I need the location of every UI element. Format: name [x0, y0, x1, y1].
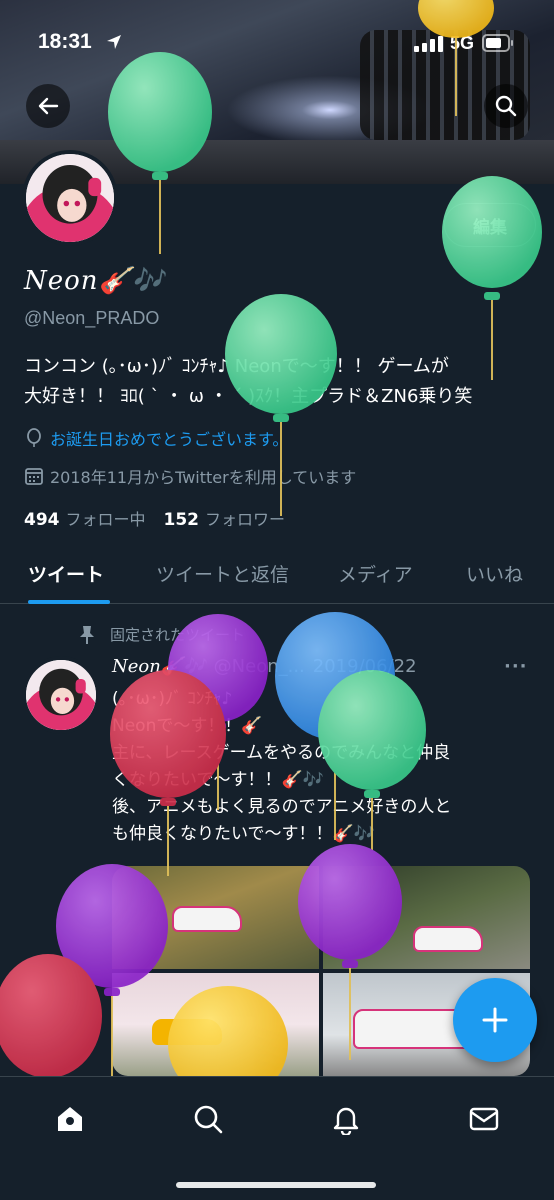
network-type: 5G: [450, 33, 475, 53]
profile-tabs: ツイート ツイートと返信 メディア いいね: [0, 546, 554, 604]
following-label[interactable]: フォロー中: [66, 506, 146, 530]
search-button[interactable]: [484, 84, 528, 128]
tweet-text: (｡･ω･)ﾉﾞ ｺﾝﾁｬ♪ Neonで〜す！！🎸 主に、レースゲームをやるので…: [112, 689, 452, 844]
profile-bio: コンコン (｡･ω･)ﾉﾞ ｺﾝﾁｬ♪ Neonで〜す！！ ゲームが 大好き！！…: [24, 356, 473, 407]
more-icon[interactable]: ···: [504, 656, 528, 677]
plus-icon: [482, 1007, 508, 1033]
mail-icon: [469, 1107, 499, 1131]
balloon-icon: [27, 428, 41, 447]
pinned-label-row: 固定されたツイート: [78, 624, 245, 645]
search-icon: [495, 95, 517, 117]
media-image[interactable]: [112, 973, 319, 1076]
birthday-text: お誕生日おめでとうございます。: [50, 430, 289, 449]
avatar-image: [26, 154, 114, 242]
nav-messages[interactable]: [464, 1099, 504, 1139]
tweet-avatar[interactable]: [22, 656, 100, 734]
media-image[interactable]: [112, 866, 319, 969]
back-button[interactable]: [26, 84, 70, 128]
tweet-author-handle[interactable]: @Neon_...: [214, 656, 305, 677]
search-nav-icon: [194, 1105, 223, 1134]
display-name: 𝑁𝑒𝑜𝑛🎸🎶: [24, 266, 166, 296]
tweet-header: 𝑁𝑒𝑜𝑛🎸🎶 @Neon_... 2019/06/22: [112, 656, 417, 677]
following-count[interactable]: 494: [24, 510, 60, 530]
tab-media[interactable]: メディア: [338, 560, 413, 587]
nav-notifications[interactable]: [326, 1099, 366, 1139]
home-indicator: [176, 1182, 376, 1188]
tab-likes[interactable]: いいね: [466, 560, 523, 587]
edit-profile-button[interactable]: 編集: [444, 203, 536, 247]
battery-icon: [482, 34, 513, 52]
tab-tweets-replies[interactable]: ツイートと返信: [156, 560, 289, 587]
signal-icon: [414, 36, 443, 52]
tab-tweets[interactable]: ツイート: [28, 560, 104, 587]
avatar-image: [26, 660, 96, 730]
location-arrow-icon: [107, 35, 121, 49]
nav-home[interactable]: [50, 1099, 90, 1139]
rally-car-shape: [172, 906, 242, 932]
car-shape: [152, 1019, 222, 1045]
compose-tweet-button[interactable]: [453, 978, 537, 1062]
rally-car-shape: [413, 926, 483, 952]
arrow-back-icon: [38, 97, 59, 115]
status-time: 18:31: [38, 30, 92, 53]
status-bar: 18:31 5G: [0, 0, 554, 84]
tweet-author-name[interactable]: 𝑁𝑒𝑜𝑛🎸🎶: [112, 656, 206, 677]
pinned-label: 固定されたツイート: [110, 626, 246, 644]
followers-count[interactable]: 152: [164, 510, 200, 530]
follow-counts: 494 フォロー中 152 フォロワー: [24, 506, 285, 530]
profile-avatar[interactable]: [22, 150, 118, 246]
media-image[interactable]: [323, 866, 530, 969]
tweet-date[interactable]: 2019/06/22: [313, 656, 417, 677]
pin-icon: [80, 625, 94, 644]
bell-icon: [333, 1107, 359, 1135]
followers-label[interactable]: フォロワー: [205, 506, 285, 530]
joined-text: 2018年11月からTwitterを利用しています: [50, 468, 357, 487]
home-icon: [58, 1107, 82, 1131]
calendar-icon: [25, 468, 43, 485]
profile-handle: @Neon_PRADO: [24, 308, 160, 328]
active-tab-indicator: [28, 600, 110, 604]
birthday-row[interactable]: お誕生日おめでとうございます。: [24, 426, 288, 450]
nav-search[interactable]: [188, 1099, 228, 1139]
joined-row: 2018年11月からTwitterを利用しています: [24, 464, 356, 488]
balloon-icon: [0, 954, 102, 1078]
